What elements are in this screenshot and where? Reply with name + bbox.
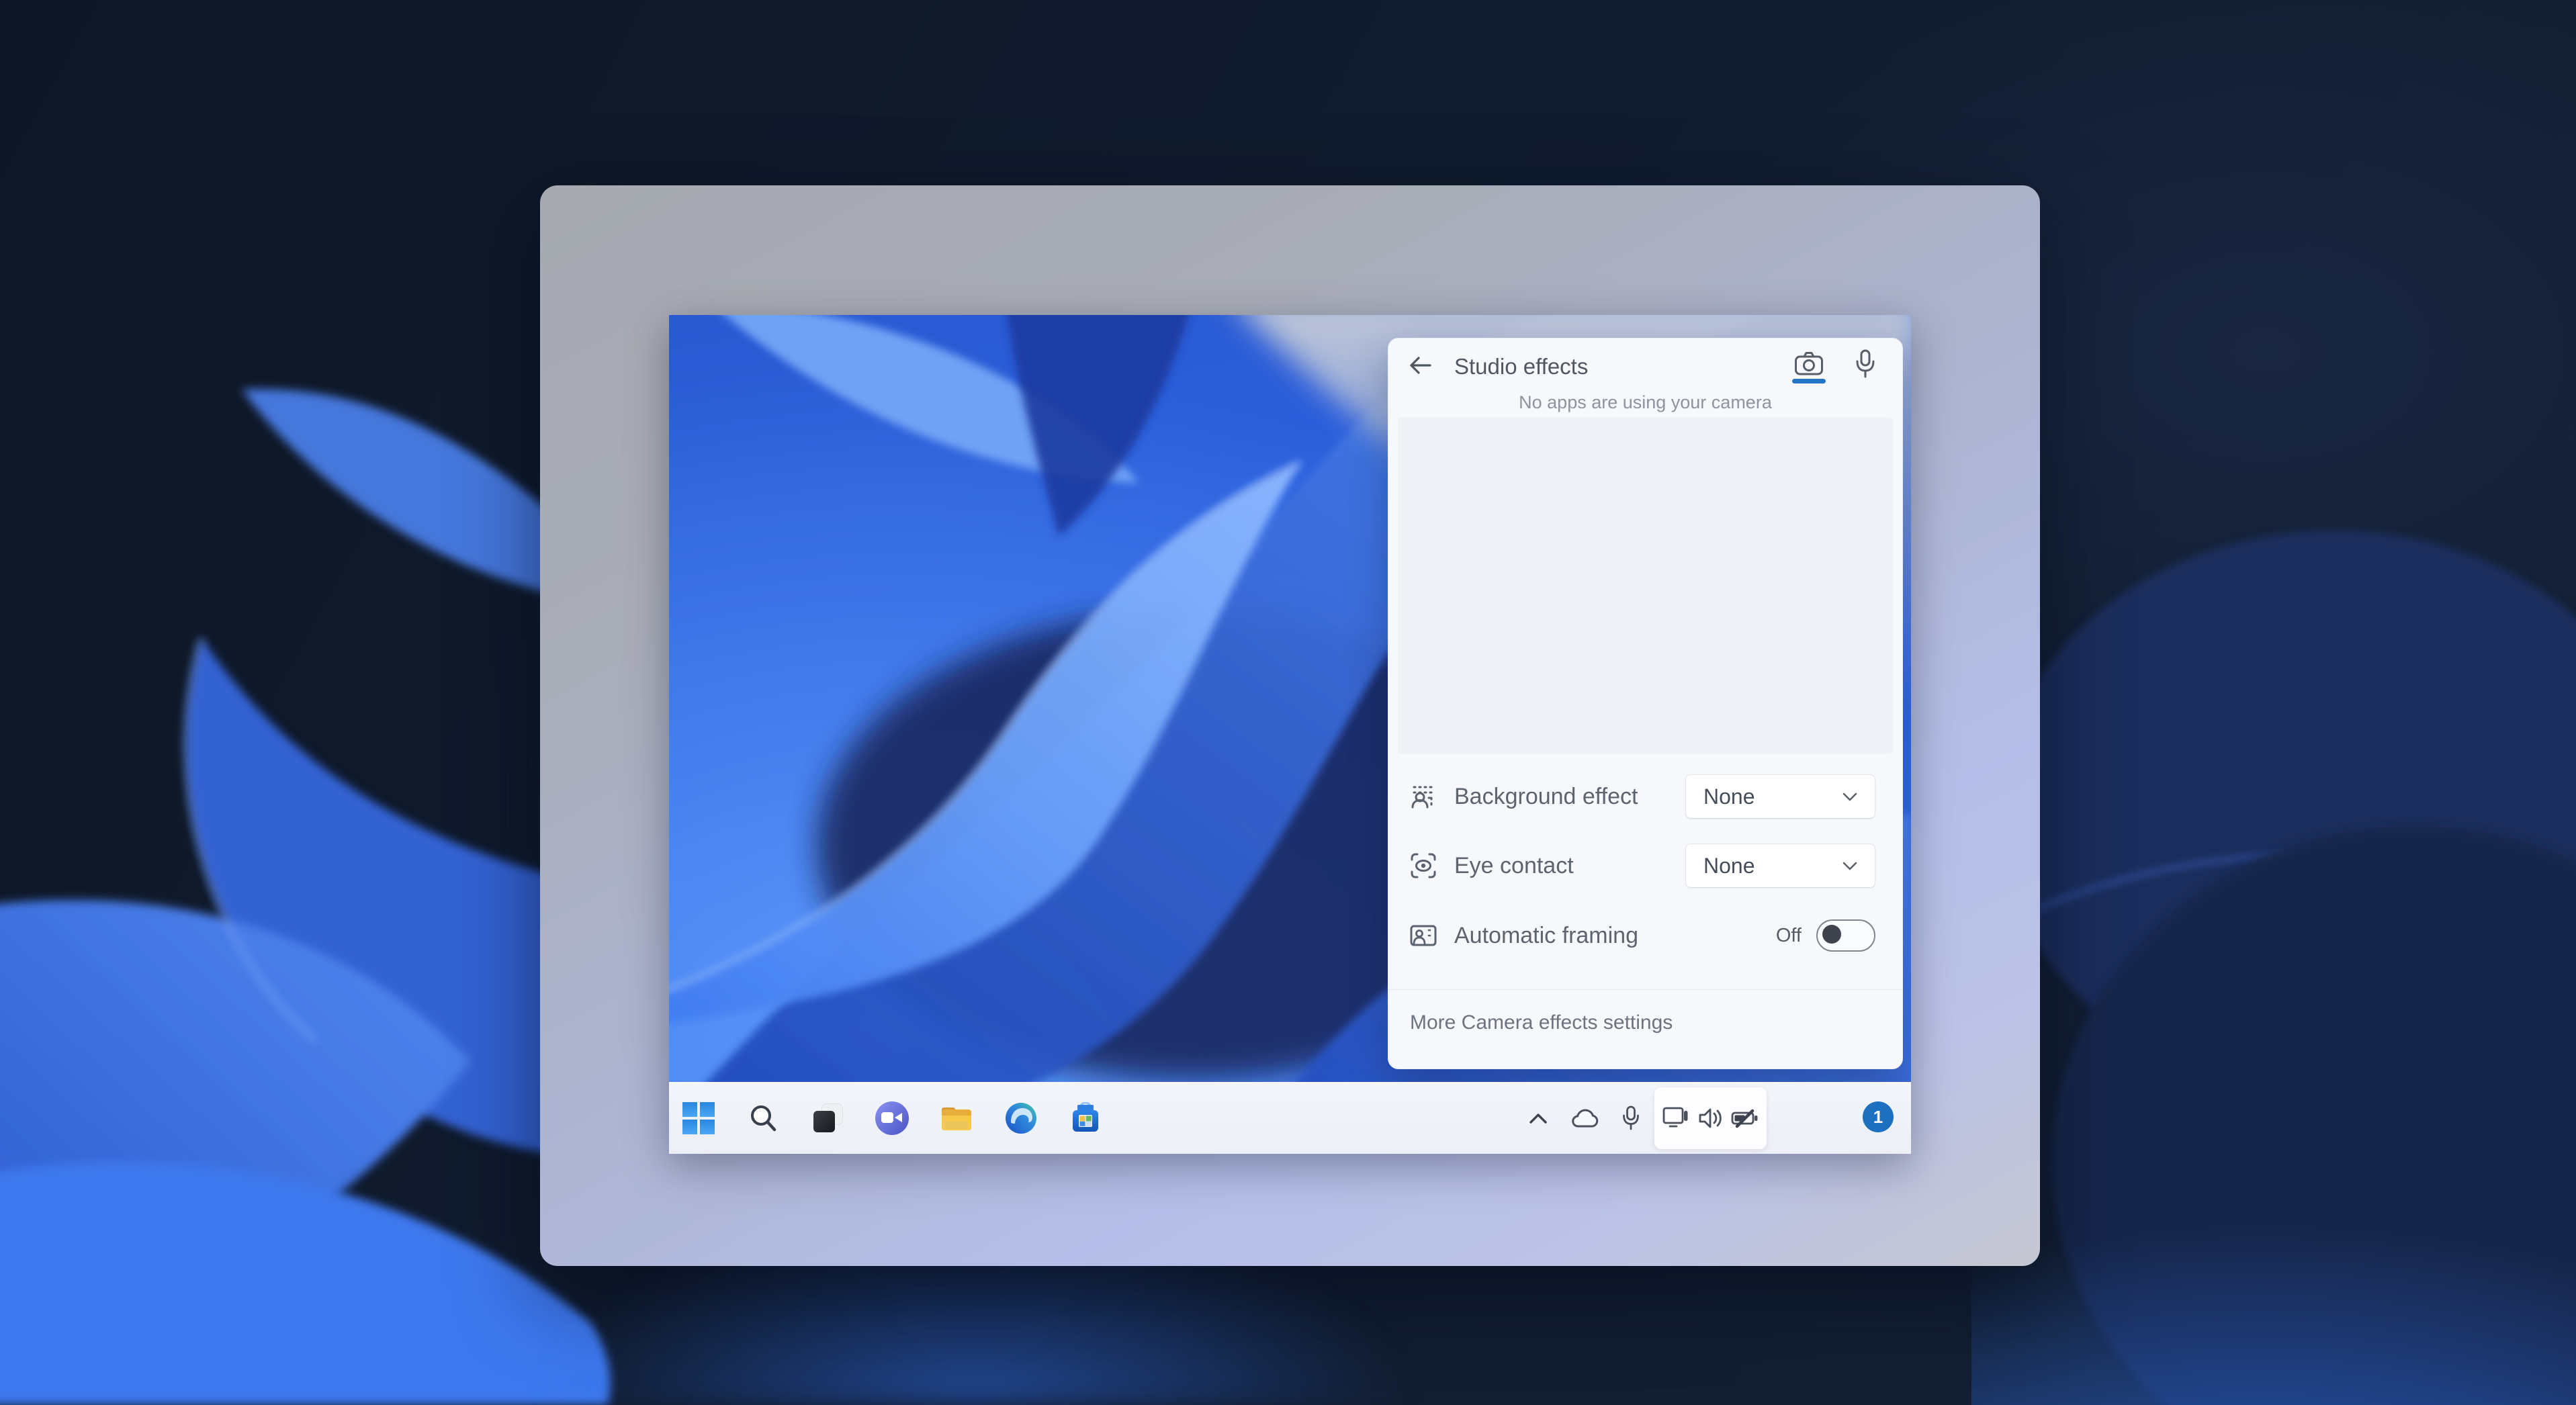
row-label: Eye contact [1454,852,1574,878]
edge-icon [1006,1103,1036,1134]
desktop-scene: Studio effects No apps are using your ca… [0,0,2576,1405]
display-pen-icon [1662,1107,1688,1128]
notification-badge[interactable]: 1 [1863,1101,1894,1132]
teams-chat-icon [875,1101,909,1135]
selected-tab-indicator [1792,379,1826,383]
chevron-down-icon [1842,862,1857,870]
camera-status-text: No apps are using your camera [1519,392,1772,412]
row-automatic-framing: Automatic framing Off [1409,902,1902,969]
panel-title: Studio effects [1454,354,1589,379]
notification-count: 1 [1873,1106,1883,1127]
tray-chevron-button[interactable] [1522,1102,1554,1134]
background-effect-icon [1409,782,1438,811]
taskbar-app-icons [680,1083,1104,1154]
toggle-state-label: Off [1775,924,1802,946]
back-arrow-icon [1410,357,1431,374]
row-label: Automatic framing [1454,922,1638,948]
row-eye-contact: Eye contact None [1409,832,1902,899]
toggle-knob [1822,925,1841,944]
microphone-icon [1856,349,1875,378]
automatic-framing-toggle[interactable] [1816,919,1875,952]
microphone-icon [1623,1105,1639,1130]
dropdown-value: None [1703,853,1755,878]
camera-preview-area [1398,418,1893,754]
file-explorer-button[interactable] [938,1099,975,1137]
search-icon [751,1105,776,1132]
studio-effects-flyout: Studio effects No apps are using your ca… [1388,338,1903,1069]
microsoft-store-icon [1073,1102,1098,1132]
quick-settings-button[interactable] [1654,1087,1767,1149]
microsoft-store-button[interactable] [1067,1099,1104,1137]
row-background-effect: Background effect None [1409,763,1902,830]
chevron-up-icon [1529,1114,1547,1124]
search-button[interactable] [744,1099,782,1137]
automatic-framing-icon [1409,921,1438,950]
teams-chat-button[interactable] [873,1099,911,1137]
battery-pen-icon [1731,1109,1758,1128]
presentation-card: Studio effects No apps are using your ca… [540,185,2040,1266]
tab-microphone[interactable] [1847,345,1884,383]
windows-desktop-screenshot: Studio effects No apps are using your ca… [669,315,1911,1154]
start-button[interactable] [680,1099,717,1137]
back-button[interactable] [1403,349,1437,381]
eye-contact-icon [1409,851,1438,880]
taskbar: 1 [669,1082,1911,1154]
edge-button[interactable] [1002,1099,1040,1137]
onedrive-cloud-icon [1572,1109,1599,1128]
task-view-button[interactable] [809,1099,846,1137]
row-label: Background effect [1454,783,1638,809]
windows-logo-icon [682,1102,715,1134]
eye-contact-dropdown[interactable]: None [1685,844,1875,888]
background-effect-dropdown[interactable]: None [1685,774,1875,819]
camera-icon [1795,352,1823,375]
dropdown-value: None [1703,784,1755,809]
volume-icon [1699,1108,1722,1128]
tray-microphone-button[interactable] [1615,1102,1647,1134]
panel-footer: More Camera effects settings [1388,989,1902,1069]
bloom-petals-right [1971,531,2576,1405]
onedrive-button[interactable] [1569,1102,1601,1134]
more-camera-settings-link[interactable]: More Camera effects settings [1410,1011,1673,1034]
chevron-down-icon [1842,792,1857,801]
file-explorer-icon [942,1107,971,1130]
tab-camera[interactable] [1790,345,1828,383]
